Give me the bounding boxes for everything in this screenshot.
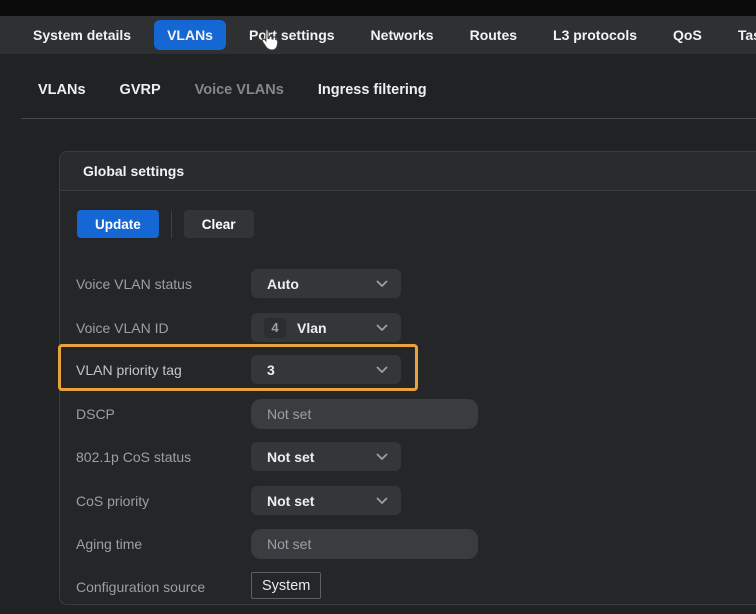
button-divider bbox=[171, 211, 172, 238]
form-row-vlan-priority-tag: VLAN priority tag 3 bbox=[60, 355, 756, 385]
window-top-strip bbox=[0, 0, 756, 16]
form-row-cos-status: 802.1p CoS status Not set bbox=[60, 442, 756, 472]
form-row-voice-vlan-status: Voice VLAN status Auto bbox=[60, 269, 756, 299]
form-row-configuration-source: Configuration source System bbox=[60, 572, 756, 602]
form-row-voice-vlan-id: Voice VLAN ID 4 Vlan bbox=[60, 313, 756, 343]
cos-status-select[interactable]: Not set bbox=[251, 442, 401, 471]
cos-priority-select[interactable]: Not set bbox=[251, 486, 401, 515]
clear-button[interactable]: Clear bbox=[184, 210, 254, 238]
voice-vlan-id-label: Voice VLAN ID bbox=[76, 313, 169, 343]
panel-title: Global settings bbox=[83, 163, 184, 179]
vlan-id-badge: 4 bbox=[264, 318, 286, 338]
top-navbar: System details VLANs Port settings Netwo… bbox=[0, 16, 756, 54]
cos-priority-label: CoS priority bbox=[76, 486, 149, 516]
aging-time-input[interactable] bbox=[251, 529, 478, 559]
nav-item-task-queue[interactable]: Task queue bbox=[725, 20, 756, 50]
chevron-down-icon bbox=[376, 453, 388, 461]
voice-vlan-status-select[interactable]: Auto bbox=[251, 269, 401, 298]
selected-value: 3 bbox=[267, 362, 275, 378]
chevron-down-icon bbox=[376, 497, 388, 505]
selected-value: Auto bbox=[267, 276, 299, 292]
form-row-aging-time: Aging time bbox=[60, 529, 756, 559]
aging-time-label: Aging time bbox=[76, 529, 142, 559]
tab-ingress-filtering[interactable]: Ingress filtering bbox=[318, 82, 427, 98]
nav-item-networks[interactable]: Networks bbox=[358, 20, 447, 50]
form-row-cos-priority: CoS priority Not set bbox=[60, 486, 756, 516]
chevron-down-icon bbox=[376, 366, 388, 374]
panel-header: Global settings bbox=[60, 152, 756, 191]
dscp-label: DSCP bbox=[76, 399, 115, 429]
nav-item-qos[interactable]: QoS bbox=[660, 20, 715, 50]
tab-voice-vlans[interactable]: Voice VLANs bbox=[195, 82, 284, 98]
tab-vlans[interactable]: VLANs bbox=[38, 82, 86, 98]
nav-item-port-settings[interactable]: Port settings bbox=[236, 20, 348, 50]
global-settings-panel: Global settings Update Clear Voice VLAN … bbox=[59, 151, 756, 605]
nav-item-routes[interactable]: Routes bbox=[457, 20, 530, 50]
selected-value: Not set bbox=[267, 493, 314, 509]
selected-value: Vlan bbox=[297, 320, 327, 336]
form-row-dscp: DSCP bbox=[60, 399, 756, 429]
dscp-input[interactable] bbox=[251, 399, 478, 429]
chevron-down-icon bbox=[376, 280, 388, 288]
voice-vlan-id-select[interactable]: 4 Vlan bbox=[251, 313, 401, 342]
configuration-source-label: Configuration source bbox=[76, 572, 205, 602]
voice-vlan-status-label: Voice VLAN status bbox=[76, 269, 192, 299]
vlan-priority-tag-select[interactable]: 3 bbox=[251, 355, 401, 384]
nav-item-l3-protocols[interactable]: L3 protocols bbox=[540, 20, 650, 50]
selected-value: Not set bbox=[267, 449, 314, 465]
configuration-source-value: System bbox=[251, 572, 321, 599]
nav-item-system-details[interactable]: System details bbox=[20, 20, 144, 50]
panel-actions: Update Clear bbox=[77, 210, 254, 238]
tabs-divider bbox=[21, 118, 756, 119]
vlan-priority-tag-label: VLAN priority tag bbox=[76, 355, 182, 385]
update-button[interactable]: Update bbox=[77, 210, 159, 238]
sub-tabs: VLANs GVRP Voice VLANs Ingress filtering bbox=[38, 82, 427, 98]
tab-gvrp[interactable]: GVRP bbox=[120, 82, 161, 98]
cos-status-label: 802.1p CoS status bbox=[76, 442, 191, 472]
chevron-down-icon bbox=[376, 324, 388, 332]
nav-item-vlans[interactable]: VLANs bbox=[154, 20, 226, 50]
